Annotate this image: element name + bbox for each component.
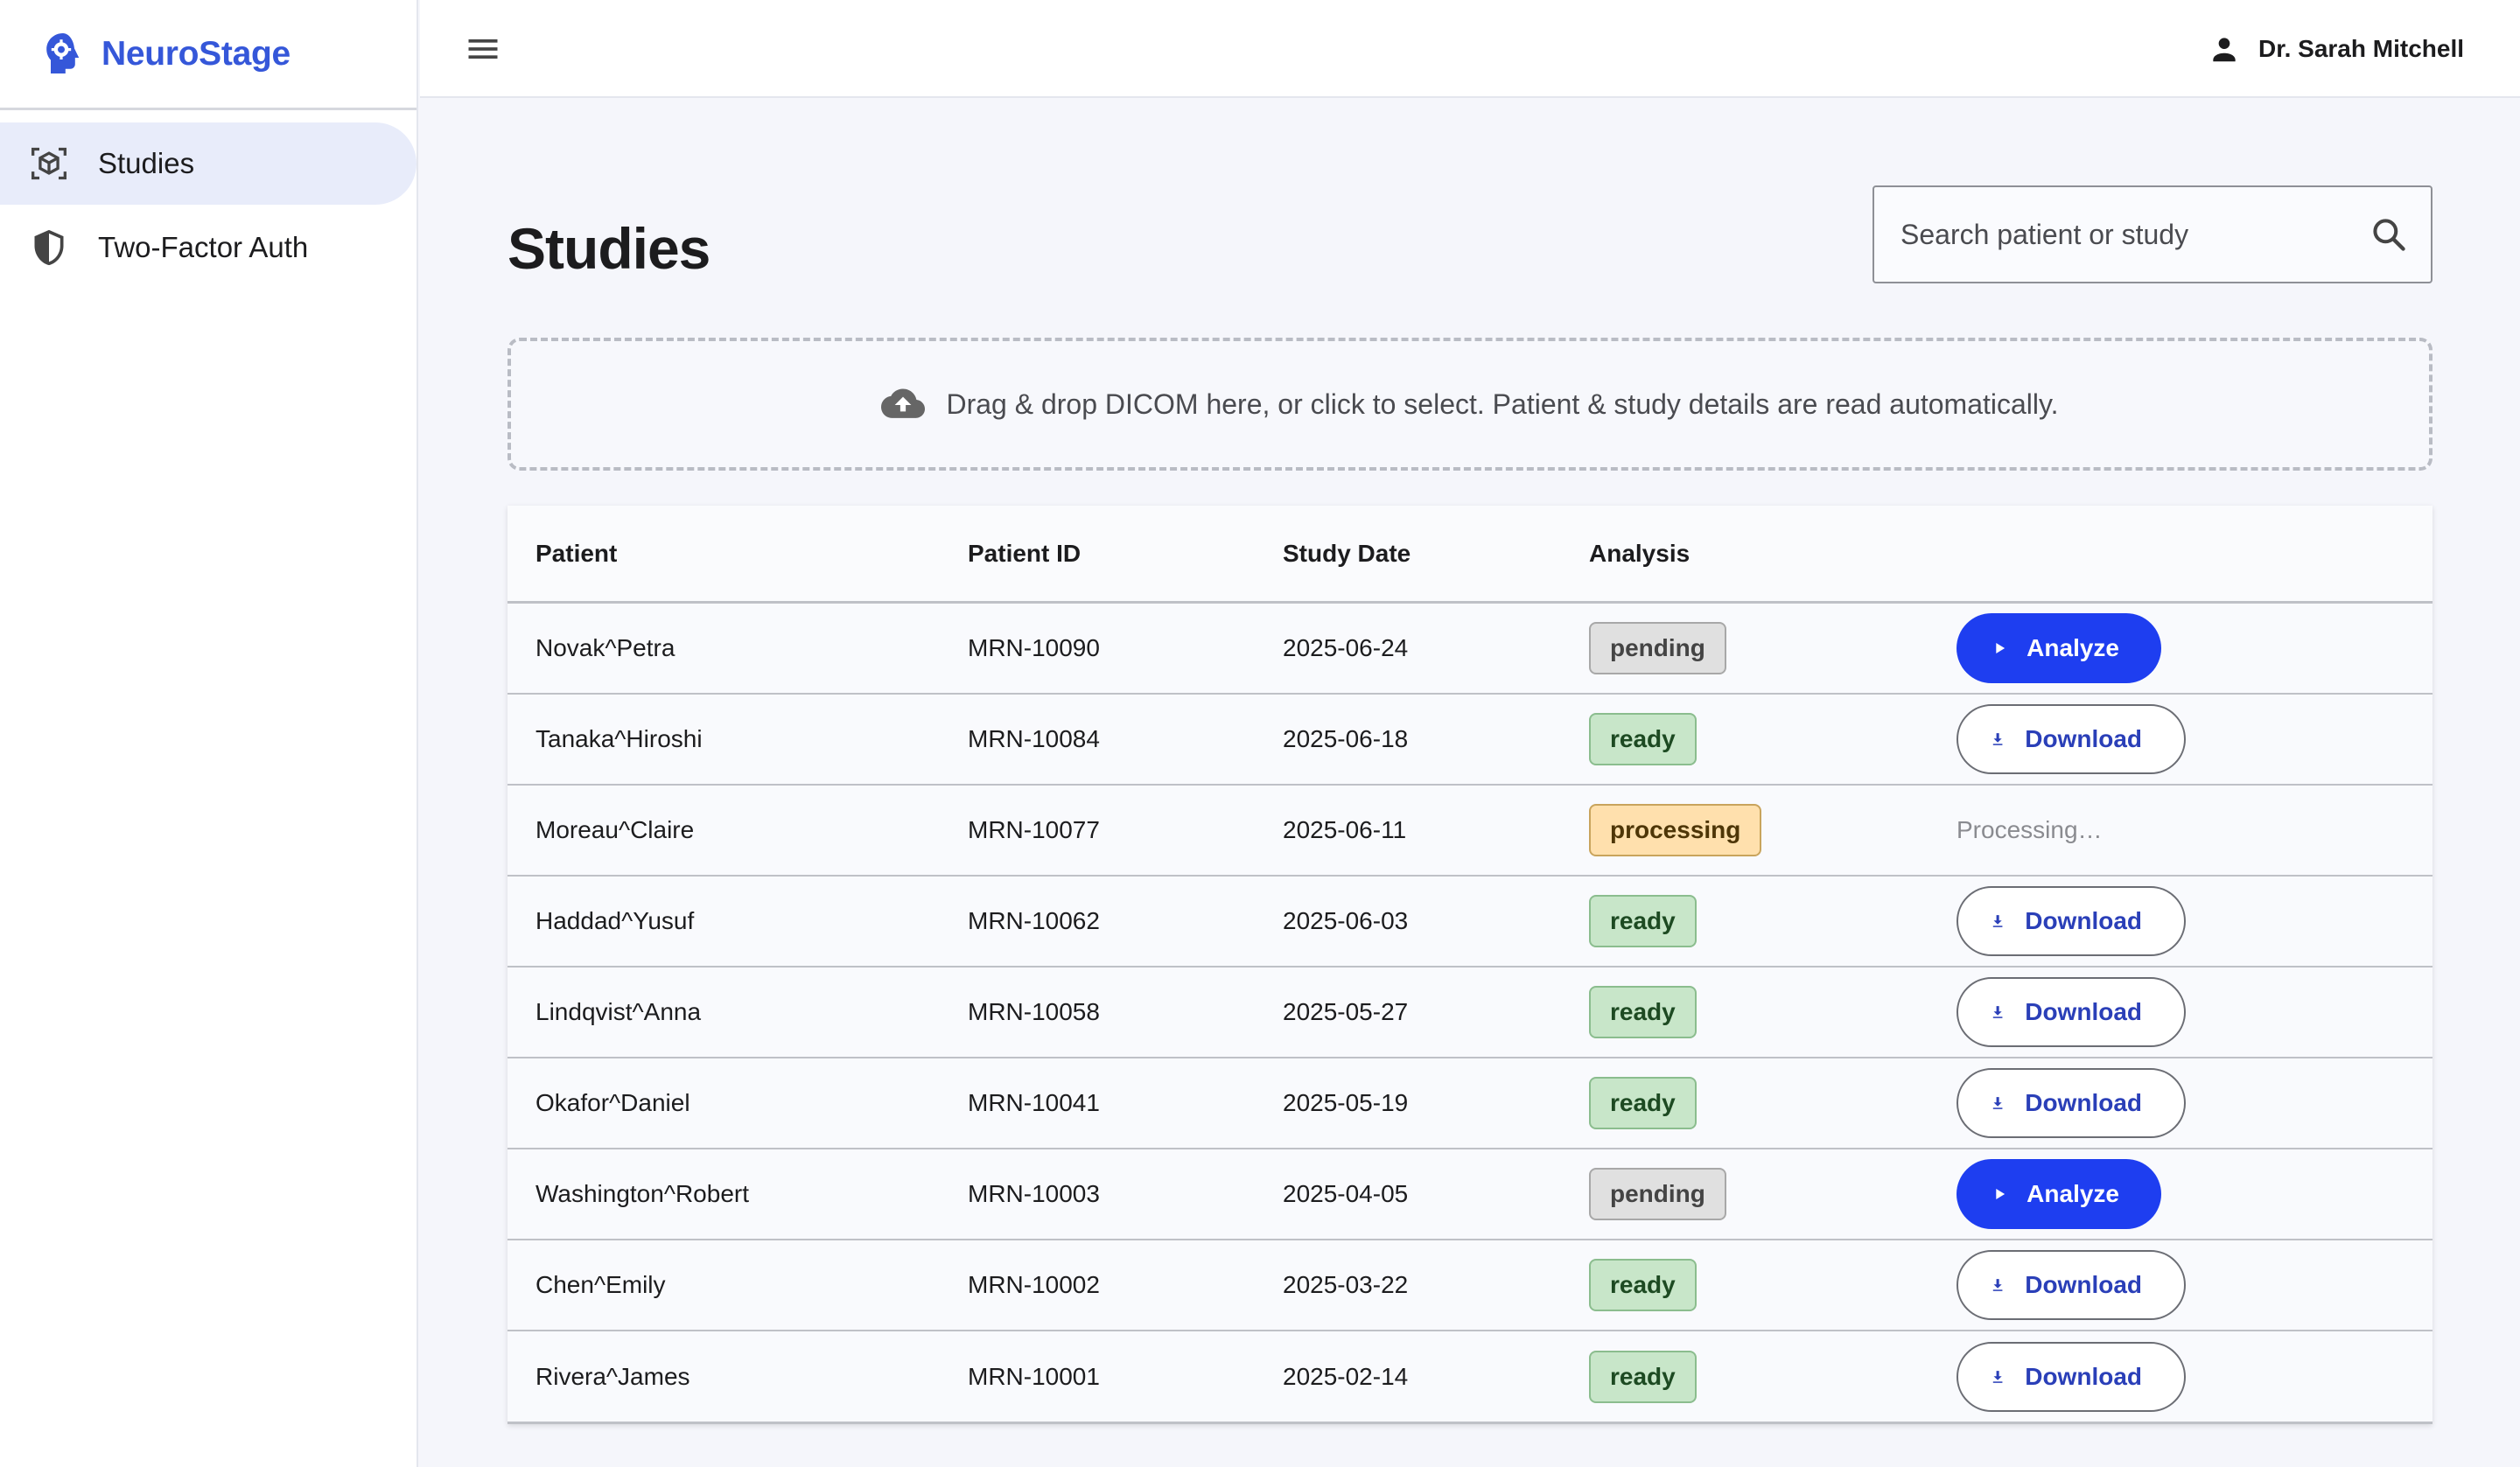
user-menu[interactable]: Dr. Sarah Mitchell — [2208, 28, 2464, 70]
cell-study-date: 2025-05-19 — [1283, 1089, 1409, 1116]
search-input[interactable] — [1874, 187, 2370, 282]
sidebar-item-two-factor-auth[interactable]: Two-Factor Auth — [0, 206, 416, 289]
page-title: Studies — [508, 216, 710, 281]
button-label: Analyze — [2026, 1180, 2119, 1207]
cell-patient: Chen^Emily — [536, 1271, 666, 1298]
cell-patient-id: MRN-10077 — [968, 816, 1100, 843]
person-icon — [2213, 38, 2236, 62]
table-row: Lindqvist^Anna MRN-10058 2025-05-27 read… — [508, 968, 2432, 1058]
cloud-upload-icon — [881, 388, 926, 418]
download-icon — [1992, 915, 2003, 927]
column-header-analysis[interactable]: Analysis — [1589, 540, 1956, 568]
cell-patient: Moreau^Claire — [536, 816, 695, 843]
download-button[interactable]: Download — [1956, 704, 2186, 774]
status-badge: pending — [1589, 622, 1726, 674]
sidebar-nav: Studies Two-Factor Auth — [0, 110, 416, 289]
cell-study-date: 2025-06-24 — [1283, 634, 1409, 661]
search-icon[interactable] — [2370, 215, 2408, 254]
download-button[interactable]: Download — [1956, 1250, 2186, 1320]
table-row: Rivera^James MRN-10001 2025-02-14 ready … — [508, 1331, 2432, 1424]
table-row: Tanaka^Hiroshi MRN-10084 2025-06-18 read… — [508, 695, 2432, 786]
cell-patient-id: MRN-10084 — [968, 725, 1100, 752]
studies-table: Patient Patient ID Study Date Analysis N… — [508, 506, 2432, 1424]
play-icon — [1996, 642, 2006, 654]
cell-patient: Washington^Robert — [536, 1180, 750, 1207]
column-header-study-date[interactable]: Study Date — [1283, 540, 1589, 568]
brand-name: NeuroStage — [102, 34, 290, 73]
column-header-patient-id[interactable]: Patient ID — [968, 540, 1283, 568]
dicom-dropzone[interactable]: Drag & drop DICOM here, or click to sele… — [508, 338, 2432, 471]
sidebar-item-label: Studies — [98, 147, 195, 179]
download-icon — [1992, 1006, 2003, 1018]
download-button[interactable]: Download — [1956, 886, 2186, 956]
dropzone-text: Drag & drop DICOM here, or click to sele… — [946, 388, 2059, 420]
cell-patient: Haddad^Yusuf — [536, 907, 695, 934]
status-badge: processing — [1589, 804, 1762, 856]
status-badge: ready — [1589, 986, 1697, 1038]
cell-patient: Lindqvist^Anna — [536, 998, 702, 1025]
cell-study-date: 2025-06-03 — [1283, 907, 1409, 934]
status-badge: ready — [1589, 713, 1697, 765]
download-icon — [1992, 1279, 2003, 1291]
status-badge: ready — [1589, 1077, 1697, 1129]
brain-gear-icon — [46, 32, 80, 73]
column-header-patient[interactable]: Patient — [508, 540, 968, 568]
hamburger-menu-icon[interactable] — [464, 30, 502, 68]
table-row: Novak^Petra MRN-10090 2025-06-24 pending… — [508, 604, 2432, 695]
button-label: Download — [2025, 998, 2142, 1025]
cell-study-date: 2025-04-05 — [1283, 1180, 1409, 1207]
table-row: Moreau^Claire MRN-10077 2025-06-11 proce… — [508, 786, 2432, 877]
download-button[interactable]: Download — [1956, 977, 2186, 1047]
cell-study-date: 2025-06-11 — [1283, 816, 1407, 843]
cell-patient-id: MRN-10090 — [968, 634, 1100, 661]
cell-patient-id: MRN-10041 — [968, 1089, 1100, 1116]
shield-icon — [34, 229, 64, 266]
table-row: Haddad^Yusuf MRN-10062 2025-06-03 ready … — [508, 877, 2432, 968]
search-box — [1872, 185, 2432, 283]
cell-study-date: 2025-05-27 — [1283, 998, 1409, 1025]
cell-patient: Tanaka^Hiroshi — [536, 725, 703, 752]
button-label: Analyze — [2026, 634, 2119, 661]
button-label: Download — [2025, 1271, 2142, 1298]
play-icon — [1996, 1188, 2006, 1200]
cell-patient: Okafor^Daniel — [536, 1089, 690, 1116]
scan-cube-icon — [32, 147, 66, 180]
button-label: Download — [2025, 1089, 2142, 1116]
download-button[interactable]: Download — [1956, 1341, 2186, 1412]
cell-study-date: 2025-06-18 — [1283, 725, 1409, 752]
cell-patient-id: MRN-10058 — [968, 998, 1100, 1025]
analyze-button[interactable]: Analyze — [1956, 1159, 2161, 1229]
status-badge: ready — [1589, 1259, 1697, 1311]
sidebar-item-studies[interactable]: Studies — [0, 122, 416, 205]
cell-patient: Rivera^James — [536, 1362, 690, 1390]
cell-patient-id: MRN-10001 — [968, 1362, 1100, 1390]
download-icon — [1992, 1370, 2003, 1383]
status-badge: ready — [1589, 1350, 1697, 1403]
button-label: Download — [2025, 1362, 2142, 1390]
sidebar: NeuroStage Studies Two-Factor Auth — [0, 0, 418, 1467]
table-row: Okafor^Daniel MRN-10041 2025-05-19 ready… — [508, 1058, 2432, 1149]
download-icon — [1992, 1097, 2003, 1109]
cell-study-date: 2025-03-22 — [1283, 1271, 1409, 1298]
status-badge: ready — [1589, 895, 1697, 947]
table-header: Patient Patient ID Study Date Analysis — [508, 506, 2432, 604]
status-badge: pending — [1589, 1168, 1726, 1220]
button-label: Download — [2025, 725, 2142, 752]
top-bar: Dr. Sarah Mitchell — [420, 0, 2520, 98]
brand[interactable]: NeuroStage — [0, 0, 416, 110]
user-name: Dr. Sarah Mitchell — [2258, 35, 2464, 62]
button-label: Download — [2025, 907, 2142, 934]
download-button[interactable]: Download — [1956, 1068, 2186, 1138]
cell-study-date: 2025-02-14 — [1283, 1362, 1409, 1390]
cell-patient-id: MRN-10062 — [968, 907, 1100, 934]
cell-patient: Novak^Petra — [536, 634, 676, 661]
table-row: Washington^Robert MRN-10003 2025-04-05 p… — [508, 1149, 2432, 1240]
cell-patient-id: MRN-10003 — [968, 1180, 1100, 1207]
cell-patient-id: MRN-10002 — [968, 1271, 1100, 1298]
table-row: Chen^Emily MRN-10002 2025-03-22 ready Do… — [508, 1240, 2432, 1331]
sidebar-item-label: Two-Factor Auth — [98, 231, 309, 263]
analyze-button[interactable]: Analyze — [1956, 613, 2161, 683]
download-icon — [1992, 733, 2003, 745]
processing-text: Processing… — [1956, 816, 2103, 843]
